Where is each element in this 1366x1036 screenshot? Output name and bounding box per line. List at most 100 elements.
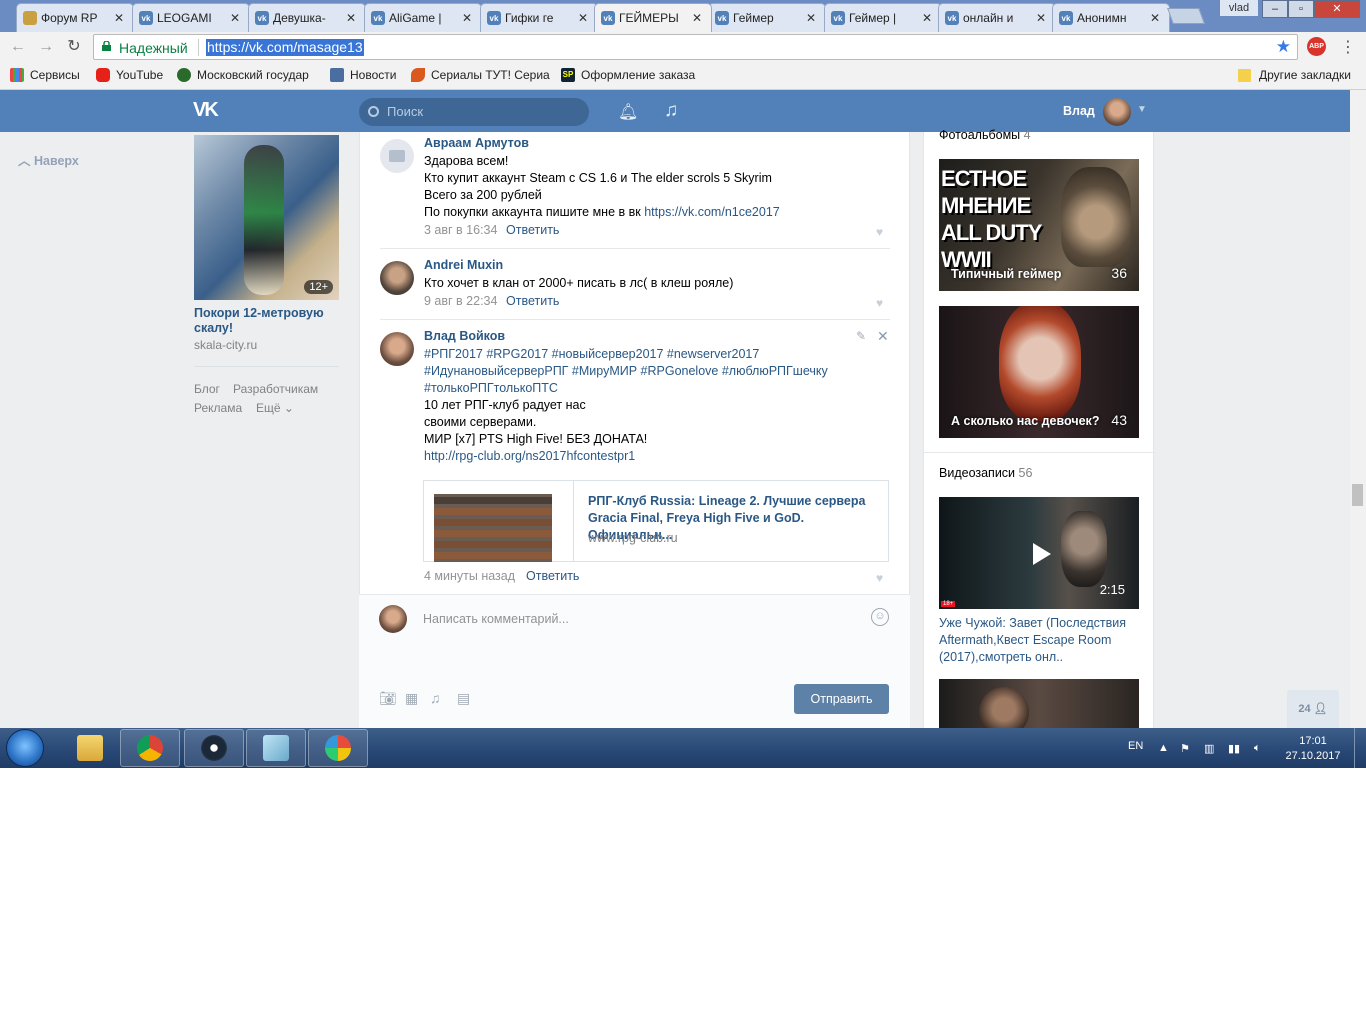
bookmark-news[interactable]: Новости bbox=[330, 68, 396, 82]
bookmark-star-icon[interactable]: ★ bbox=[1276, 37, 1291, 57]
comment-date[interactable]: 4 минуты назад bbox=[424, 569, 515, 583]
close-window-button[interactable]: ✕ bbox=[1314, 0, 1360, 18]
reload-icon[interactable]: ↻ bbox=[63, 37, 85, 57]
comment-author[interactable]: Andrei Muxin bbox=[424, 258, 503, 272]
videos-header[interactable]: Видеозаписи 56 bbox=[939, 466, 1032, 480]
comment-input[interactable]: Написать комментарий... bbox=[423, 612, 569, 626]
browser-tab[interactable]: vk онлайн и ✕ bbox=[938, 3, 1056, 32]
albums-header[interactable]: Фотоальбомы 4 bbox=[939, 128, 1031, 142]
browser-tab[interactable]: vk Анонимн ✕ bbox=[1052, 3, 1170, 32]
ad-domain[interactable]: skala-city.ru bbox=[194, 338, 257, 352]
back-icon[interactable]: ← bbox=[7, 37, 29, 57]
window-user-badge[interactable]: vlad bbox=[1220, 0, 1258, 16]
taskbar-notepad[interactable] bbox=[246, 729, 306, 767]
video-icon[interactable]: ▦ bbox=[405, 690, 418, 707]
taskbar-explorer[interactable] bbox=[60, 729, 120, 767]
link-preview-card[interactable]: РПГ-Клуб Russia: Lineage 2. Лучшие серве… bbox=[423, 480, 889, 562]
vk-logo-icon[interactable]: VK bbox=[193, 99, 227, 123]
comment-date[interactable]: 9 авг в 22:34 bbox=[424, 294, 497, 308]
ad-image[interactable]: 12+ bbox=[194, 135, 339, 300]
bookmark-youtube[interactable]: YouTube bbox=[96, 68, 163, 82]
tab-close-icon[interactable]: ✕ bbox=[805, 11, 817, 25]
browser-tab[interactable]: vk Геймер | ✕ bbox=[824, 3, 942, 32]
language-indicator[interactable]: EN bbox=[1128, 740, 1143, 752]
page-scrollbar[interactable] bbox=[1350, 90, 1366, 728]
avatar[interactable] bbox=[1103, 98, 1131, 126]
back-to-top-link[interactable]: ︿ Наверх bbox=[18, 150, 79, 169]
browser-tab[interactable]: Форум RP ✕ bbox=[16, 3, 134, 32]
network-icon[interactable]: ▮▮ bbox=[1228, 742, 1240, 755]
video-thumbnail[interactable]: 2:15 18+ bbox=[939, 497, 1139, 609]
ad-title[interactable]: Покори 12-метровую скалу! bbox=[194, 306, 339, 336]
tab-close-icon[interactable]: ✕ bbox=[691, 11, 703, 25]
edit-icon[interactable]: ✎ bbox=[856, 329, 866, 343]
tab-close-icon[interactable]: ✕ bbox=[1035, 11, 1047, 25]
album-card[interactable]: ЕСТНОЕ МНЕНИЕ ALL DUTY WWII Типичный гей… bbox=[939, 159, 1139, 291]
new-tab-button[interactable] bbox=[1167, 8, 1205, 24]
tab-close-icon[interactable]: ✕ bbox=[921, 11, 933, 25]
device-icon[interactable]: ▥ bbox=[1204, 742, 1214, 755]
other-bookmarks[interactable]: Другие закладки bbox=[1238, 68, 1351, 82]
tab-close-icon[interactable]: ✕ bbox=[461, 11, 473, 25]
chevron-down-icon[interactable]: ▼ bbox=[1137, 104, 1147, 115]
start-button[interactable] bbox=[6, 729, 44, 767]
document-icon[interactable]: ▤ bbox=[457, 690, 470, 707]
show-desktop-button[interactable] bbox=[1354, 728, 1366, 768]
taskbar-chrome[interactable] bbox=[120, 729, 180, 767]
tray-expand-icon[interactable]: ▲ bbox=[1158, 742, 1169, 754]
online-friends-button[interactable]: 24 👤︎ bbox=[1287, 690, 1339, 728]
avatar[interactable] bbox=[380, 261, 414, 295]
video-thumbnail[interactable] bbox=[939, 679, 1139, 737]
hashtags[interactable]: #толькоРПГтолькоПТС bbox=[424, 380, 558, 397]
browser-tab[interactable]: vk Геймер ✕ bbox=[708, 3, 826, 32]
bookmark-order[interactable]: SP Оформление заказа bbox=[561, 68, 695, 82]
taskbar-steam[interactable] bbox=[184, 729, 244, 767]
taskbar-paint[interactable] bbox=[308, 729, 368, 767]
menu-icon[interactable]: ⋮ bbox=[1340, 37, 1356, 57]
camera-icon[interactable]: 📷︎ bbox=[379, 690, 397, 707]
send-button[interactable]: Отправить bbox=[794, 684, 889, 714]
browser-tab[interactable]: vk Девушка- ✕ bbox=[248, 3, 366, 32]
clock[interactable]: 17:01 27.10.2017 bbox=[1280, 734, 1346, 764]
heart-icon[interactable]: ♥ bbox=[876, 296, 883, 310]
tab-close-icon[interactable]: ✕ bbox=[113, 11, 125, 25]
comment-link[interactable]: https://vk.com/n1ce2017 bbox=[644, 205, 780, 219]
reply-link[interactable]: Ответить bbox=[506, 294, 559, 308]
search-input[interactable]: Поиск bbox=[359, 98, 589, 126]
browser-tab[interactable]: vk AliGame | ✕ bbox=[364, 3, 482, 32]
comment-link[interactable]: http://rpg-club.org/ns2017hfcontestpr1 bbox=[424, 448, 635, 465]
heart-icon[interactable]: ♥ bbox=[876, 571, 883, 585]
bookmark-moscow[interactable]: Московский государ bbox=[177, 68, 309, 82]
tab-close-icon[interactable]: ✕ bbox=[229, 11, 241, 25]
user-name[interactable]: Влад bbox=[1063, 104, 1095, 118]
comment-date[interactable]: 3 авг в 16:34 bbox=[424, 223, 497, 237]
bookmark-services[interactable]: Сервисы bbox=[10, 68, 80, 82]
emoji-icon[interactable]: ☺ bbox=[871, 608, 889, 626]
album-card[interactable]: А сколько нас девочек? 43 bbox=[939, 306, 1139, 438]
footer-link-ads[interactable]: Реклама bbox=[194, 401, 242, 415]
maximize-button[interactable]: ▫ bbox=[1288, 0, 1314, 18]
tab-close-icon[interactable]: ✕ bbox=[345, 11, 357, 25]
reply-link[interactable]: Ответить bbox=[506, 223, 559, 237]
reply-link[interactable]: Ответить bbox=[526, 569, 579, 583]
heart-icon[interactable]: ♥ bbox=[876, 225, 883, 239]
hashtags[interactable]: #ИдунановыйсерверРПГ #МируМИР #RPGonelov… bbox=[424, 363, 828, 380]
volume-icon[interactable]: 🔈︎ bbox=[1254, 742, 1261, 755]
tab-close-icon[interactable]: ✕ bbox=[577, 11, 589, 25]
play-icon[interactable] bbox=[1033, 543, 1051, 565]
action-center-flag-icon[interactable]: ⚑ bbox=[1180, 742, 1190, 755]
security-label[interactable]: Надежный bbox=[119, 40, 188, 56]
footer-link-blog[interactable]: Блог bbox=[194, 382, 220, 396]
music-note-icon[interactable]: ♫ bbox=[664, 100, 678, 122]
forward-icon[interactable]: → bbox=[35, 37, 57, 57]
adblock-icon[interactable]: ABP bbox=[1307, 37, 1326, 56]
close-icon[interactable]: ✕ bbox=[877, 328, 889, 345]
minimize-button[interactable]: – bbox=[1262, 0, 1288, 18]
video-title[interactable]: Уже Чужой: Завет (Последствия Aftermath,… bbox=[939, 615, 1139, 666]
bookmark-serials[interactable]: Сериалы ТУТ! Сериа bbox=[411, 68, 550, 82]
bell-icon[interactable]: 🔔︎ bbox=[618, 102, 638, 122]
address-bar[interactable]: Надежный https://vk.com/masage13 ★ bbox=[93, 34, 1298, 60]
browser-tab[interactable]: vk LEOGAMI ✕ bbox=[132, 3, 250, 32]
avatar[interactable] bbox=[380, 332, 414, 366]
scrollbar-thumb[interactable] bbox=[1352, 484, 1363, 506]
